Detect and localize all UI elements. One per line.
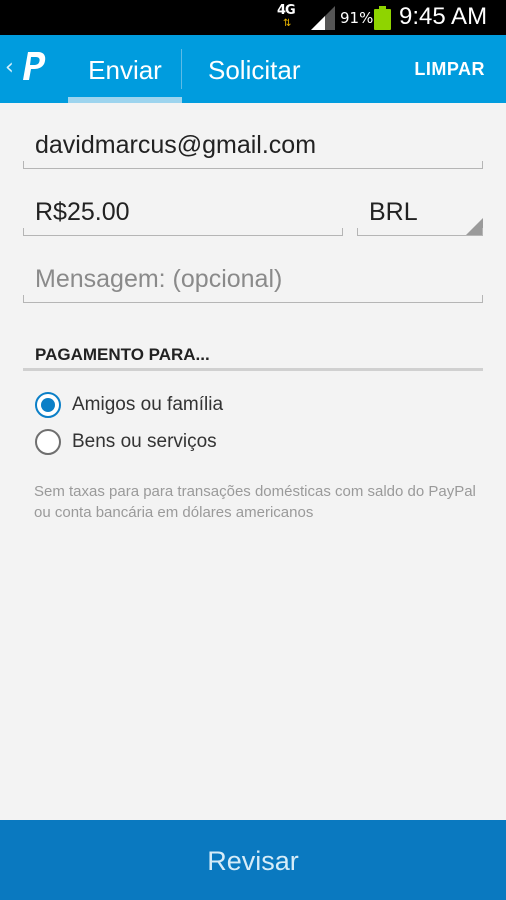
payment-section-title: PAGAMENTO PARA... — [35, 345, 210, 364]
tab-divider — [181, 49, 182, 89]
tab-send-label: Enviar — [88, 55, 162, 85]
clear-button[interactable]: LIMPAR — [414, 58, 485, 80]
option-friends-family[interactable]: Amigos ou família — [35, 392, 223, 418]
tab-request[interactable]: Solicitar — [208, 35, 300, 103]
clock: 9:45 AM — [399, 3, 488, 30]
radio-unchecked-icon[interactable] — [35, 429, 61, 455]
status-bar: 4G ⇅ 91% 9:45 AM — [0, 0, 506, 35]
review-button[interactable]: Revisar — [0, 820, 506, 900]
currency-value: BRL — [369, 198, 418, 226]
option-friends-family-label: Amigos ou família — [72, 394, 224, 415]
option-goods-services[interactable]: Bens ou serviços — [35, 429, 217, 455]
message-field[interactable]: Mensagem: (opcional) — [23, 253, 483, 303]
app-header: ‹ Enviar Solicitar LIMPAR — [0, 35, 506, 103]
signal-icon — [311, 6, 335, 30]
option-goods-services-label: Bens ou serviços — [72, 431, 217, 452]
data-arrows-icon: ⇅ — [283, 18, 292, 29]
message-placeholder: Mensagem: (opcional) — [35, 265, 283, 293]
paypal-logo-icon[interactable] — [21, 50, 47, 82]
dropdown-triangle-icon — [466, 218, 483, 235]
currency-select[interactable]: BRL — [357, 186, 483, 236]
back-chevron-icon[interactable]: ‹ — [5, 55, 14, 81]
network-4g-icon: 4G — [277, 3, 296, 18]
tab-request-label: Solicitar — [208, 55, 301, 85]
email-value: davidmarcus@gmail.com — [35, 131, 317, 159]
radio-checked-icon[interactable] — [35, 392, 61, 418]
section-divider — [23, 368, 483, 371]
battery-icon — [374, 6, 391, 30]
active-tab-indicator — [68, 97, 182, 103]
tab-send[interactable]: Enviar — [68, 35, 182, 103]
amount-field[interactable]: R$25.00 — [23, 186, 343, 236]
battery-percent: 91% — [340, 9, 374, 27]
fee-note: Sem taxas para para transações doméstica… — [34, 483, 476, 521]
amount-value: R$25.00 — [35, 198, 130, 226]
email-field[interactable]: davidmarcus@gmail.com — [23, 120, 483, 169]
